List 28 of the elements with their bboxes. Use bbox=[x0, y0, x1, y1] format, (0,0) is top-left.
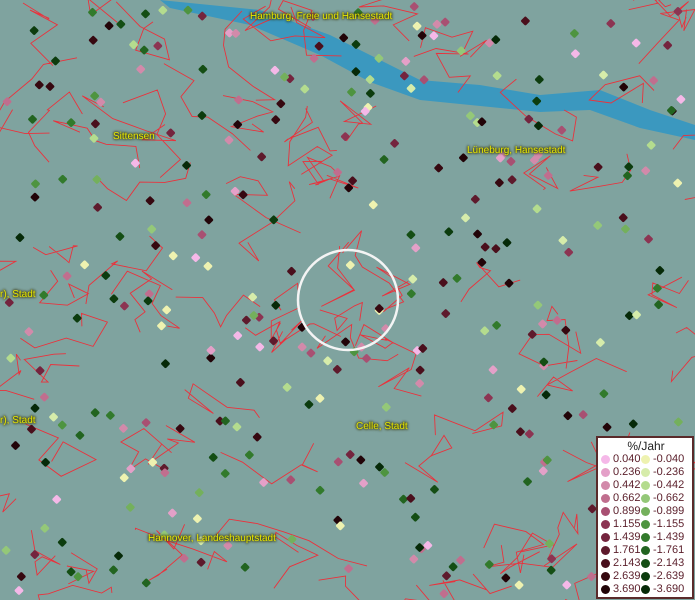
place-label: r), Stadt bbox=[0, 415, 36, 426]
legend-value: 1.155 bbox=[613, 518, 641, 530]
legend-value: -1.439 bbox=[653, 531, 684, 543]
legend-value: -2.639 bbox=[653, 570, 684, 582]
legend-value: -0.040 bbox=[653, 453, 684, 465]
legend-value: 3.690 bbox=[613, 583, 641, 595]
place-label: Celle, Stadt bbox=[356, 421, 408, 432]
selection-circle-icon bbox=[296, 248, 400, 352]
legend-value: -0.442 bbox=[653, 479, 684, 491]
legend-value: -2.143 bbox=[653, 557, 684, 569]
legend-value: -1.155 bbox=[653, 518, 684, 530]
legend-value: 1.761 bbox=[613, 544, 641, 556]
legend-value: 1.439 bbox=[613, 531, 641, 543]
legend-value: 0.236 bbox=[613, 466, 641, 478]
legend-value: 0.899 bbox=[613, 505, 641, 517]
legend-value: -1.761 bbox=[653, 544, 684, 556]
place-label: Lüneburg, Hansestadt bbox=[467, 145, 566, 156]
legend-value: -0.236 bbox=[653, 466, 684, 478]
place-label: r), Stadt bbox=[0, 289, 36, 300]
legend-value: 0.040 bbox=[613, 453, 641, 465]
legend-value: 0.662 bbox=[613, 492, 641, 504]
legend-value: -0.662 bbox=[653, 492, 684, 504]
legend-value: 2.639 bbox=[613, 570, 641, 582]
legend-value: -3.690 bbox=[653, 583, 684, 595]
legend-title: %/Jahr bbox=[626, 439, 666, 453]
legend-value: -0.899 bbox=[653, 505, 684, 517]
legend-value: 0.442 bbox=[613, 479, 641, 491]
legend-value: 2.143 bbox=[613, 557, 641, 569]
